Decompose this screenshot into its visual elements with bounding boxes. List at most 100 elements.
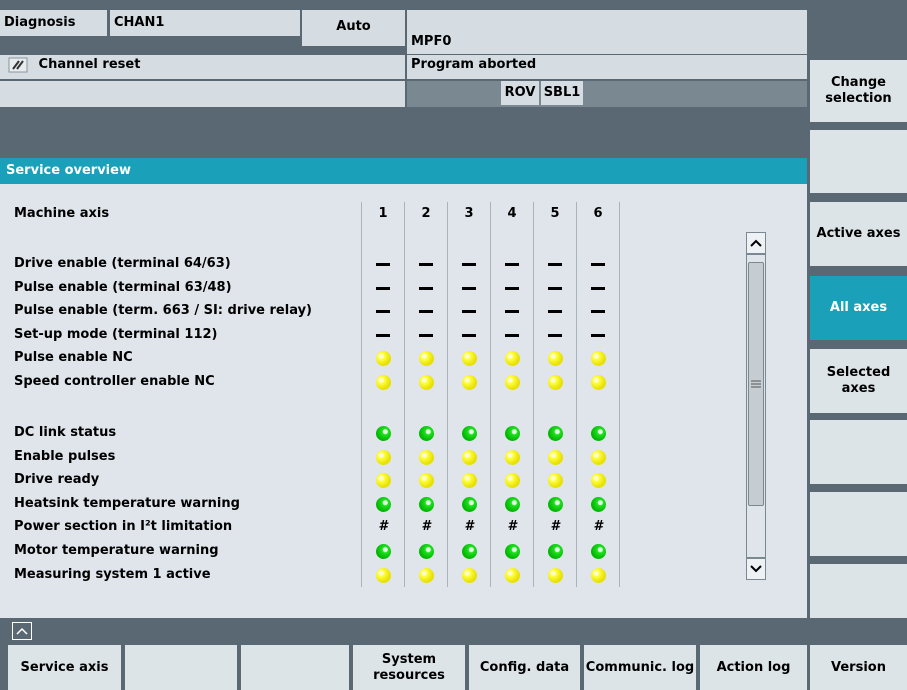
status-row-label: Set-up mode (terminal 112) <box>14 326 218 342</box>
indicator-sbl1: SBL1 <box>541 81 583 105</box>
yellow-led-icon <box>462 375 477 390</box>
softkey-bottom-6[interactable]: Communic. log <box>584 645 696 690</box>
column-divider <box>404 202 405 587</box>
softkey-right-7[interactable] <box>810 420 907 484</box>
hash-indicator: # <box>464 519 474 535</box>
softkey-bottom-1[interactable]: Service axis <box>8 645 121 690</box>
green-led-icon <box>376 426 391 441</box>
channel-status: Channel reset <box>38 57 141 72</box>
softkey-right-6[interactable]: Selected axes <box>810 349 907 413</box>
status-row-label: Pulse enable (terminal 63/48) <box>14 279 232 295</box>
axis-header-5: 5 <box>550 206 560 221</box>
status-row-label: Pulse enable NC <box>14 350 133 366</box>
dash-indicator <box>505 333 519 337</box>
yellow-led-icon <box>548 449 563 465</box>
softkey-bottom-2[interactable] <box>125 645 237 690</box>
green-led-icon <box>548 426 563 441</box>
status-row-label: Power section in I²t limitation <box>14 519 233 535</box>
indicator-rov: ROV <box>501 81 539 105</box>
program-status: Program aborted <box>407 55 807 79</box>
hash-indicator: # <box>550 519 560 535</box>
green-led-icon <box>591 426 606 441</box>
green-led-icon <box>419 496 434 512</box>
row-header: Machine axis <box>14 206 110 221</box>
status-row-label: Heatsink temperature warning <box>14 495 240 511</box>
softkey-right-8[interactable] <box>810 492 907 556</box>
dash-indicator <box>462 286 476 290</box>
chevron-down-icon <box>750 565 762 573</box>
panel-title: Service overview <box>0 158 807 184</box>
reset-icon <box>8 56 28 73</box>
dash-indicator <box>462 333 476 337</box>
yellow-led-icon <box>419 375 434 390</box>
green-led-icon <box>591 544 606 559</box>
softkey-bottom-7[interactable]: Action log <box>700 645 807 690</box>
dash-indicator <box>548 286 562 290</box>
column-divider <box>361 202 362 587</box>
axis-header-3: 3 <box>464 206 474 221</box>
dash-indicator <box>376 333 390 337</box>
dash-indicator <box>376 310 390 314</box>
hash-indicator: # <box>507 519 517 535</box>
recall-button[interactable] <box>12 622 32 640</box>
dash-indicator <box>591 333 605 337</box>
yellow-led-icon <box>591 449 606 465</box>
yellow-led-icon <box>419 567 434 583</box>
softkey-right-1 <box>810 0 907 52</box>
dash-indicator <box>419 263 433 266</box>
yellow-led-icon <box>505 449 520 465</box>
scroll-down-button[interactable] <box>746 558 766 580</box>
dash-indicator <box>548 263 562 266</box>
yellow-led-icon <box>591 375 606 390</box>
column-divider <box>490 202 491 587</box>
green-led-icon <box>419 426 434 441</box>
axis-header-1: 1 <box>378 206 388 221</box>
softkey-right-3[interactable] <box>810 130 907 193</box>
channel-status-bar: Channel reset <box>0 55 405 79</box>
green-led-icon <box>376 496 391 512</box>
green-led-icon <box>376 544 391 559</box>
hash-indicator: # <box>421 519 431 535</box>
yellow-led-icon <box>505 375 520 390</box>
status-blank <box>0 81 405 107</box>
dash-indicator <box>591 286 605 290</box>
status-row-label: Drive ready <box>14 472 100 488</box>
scrollbar-thumb[interactable] <box>748 262 764 506</box>
softkey-right-5[interactable]: All axes <box>810 276 907 340</box>
green-led-icon <box>462 426 477 441</box>
column-divider <box>447 202 448 587</box>
green-led-icon <box>505 544 520 559</box>
scroll-up-button[interactable] <box>746 232 766 254</box>
yellow-led-icon <box>548 567 563 583</box>
status-row-label: DC link status <box>14 425 117 440</box>
yellow-led-icon <box>376 567 391 583</box>
softkey-right-9[interactable] <box>810 564 907 618</box>
green-led-icon <box>505 496 520 512</box>
dash-indicator <box>376 263 390 266</box>
green-led-icon <box>591 496 606 512</box>
softkey-bottom-5[interactable]: Config. data <box>469 645 580 690</box>
indicator-bar <box>407 81 807 107</box>
dash-indicator <box>376 286 390 290</box>
yellow-led-icon <box>376 375 391 390</box>
hash-indicator: # <box>593 519 603 535</box>
yellow-led-icon <box>548 375 563 390</box>
yellow-led-icon <box>462 449 477 465</box>
softkey-right-4[interactable]: Active axes <box>810 202 907 266</box>
version-softkey[interactable]: Version <box>810 645 907 690</box>
softkey-bottom-3[interactable] <box>241 645 349 690</box>
green-led-icon <box>505 426 520 441</box>
dash-indicator <box>548 310 562 314</box>
green-led-icon <box>419 544 434 559</box>
softkey-right-2[interactable]: Change selection <box>810 60 907 122</box>
dash-indicator <box>591 263 605 266</box>
softkey-bottom-4[interactable]: System resources <box>353 645 465 690</box>
dash-indicator <box>505 310 519 314</box>
green-led-icon <box>462 496 477 512</box>
dash-indicator <box>462 310 476 314</box>
status-row-label: Motor temperature warning <box>14 543 219 558</box>
status-row-label: Enable pulses <box>14 448 116 464</box>
yellow-led-icon <box>419 449 434 465</box>
dash-indicator <box>505 263 519 266</box>
grip-icon <box>751 380 761 388</box>
